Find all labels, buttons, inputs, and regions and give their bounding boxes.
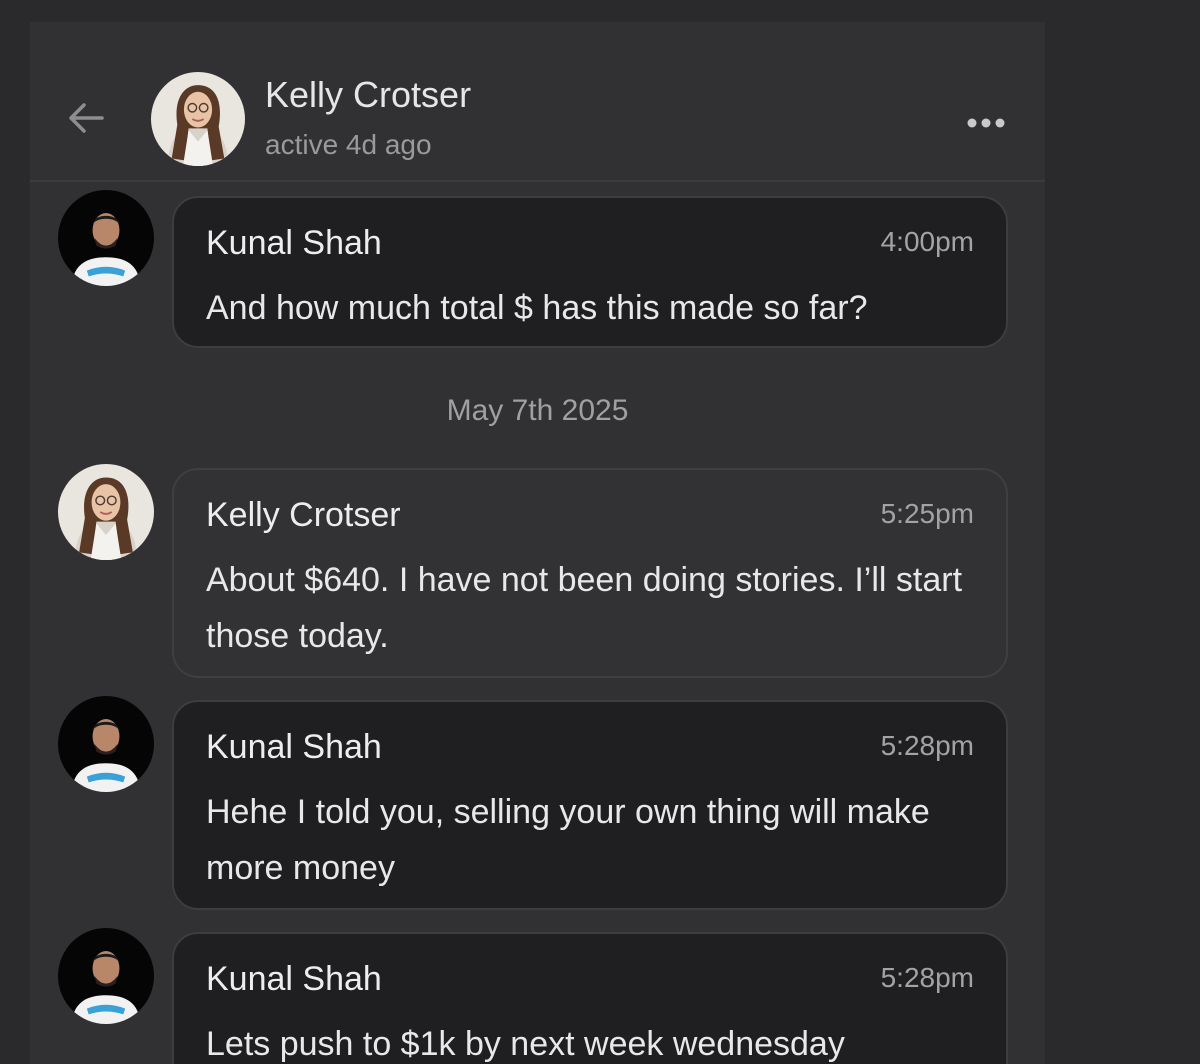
message-sender: Kunal Shah xyxy=(206,224,382,262)
chat-panel: Kelly Crotser active 4d ago Kunal Shah 4… xyxy=(30,22,1045,1064)
sender-avatar[interactable] xyxy=(58,464,154,560)
message-sender: Kunal Shah xyxy=(206,960,382,998)
sender-avatar[interactable] xyxy=(58,928,154,1024)
message-time: 5:28pm xyxy=(880,962,974,993)
message-time: 5:28pm xyxy=(880,730,974,761)
message-sender: Kelly Crotser xyxy=(206,496,401,534)
contact-avatar[interactable] xyxy=(151,72,245,166)
back-button[interactable] xyxy=(64,96,108,140)
message-time: 4:00pm xyxy=(880,226,974,257)
sender-avatar[interactable] xyxy=(58,190,154,286)
more-horizontal-icon xyxy=(967,118,1005,128)
message-bubble[interactable]: Kunal Shah 5:28pm Hehe I told you, selli… xyxy=(172,700,1008,910)
chat-header: Kelly Crotser active 4d ago xyxy=(30,22,1045,182)
message-time: 5:25pm xyxy=(880,498,974,529)
message-bubble[interactable]: Kunal Shah 5:28pm Lets push to $1k by ne… xyxy=(172,932,1008,1064)
message-text: Lets push to $1k by next week wednesday xyxy=(206,1025,845,1063)
message-bubble[interactable]: Kunal Shah 4:00pm And how much total $ h… xyxy=(172,196,1008,348)
arrow-left-icon xyxy=(69,103,104,133)
message-bubble[interactable]: Kelly Crotser 5:25pm About $640. I have … xyxy=(172,468,1008,678)
message-sender: Kunal Shah xyxy=(206,728,382,766)
contact-name: Kelly Crotser xyxy=(265,74,472,115)
message-text: About $640. I have not been doing storie… xyxy=(206,561,963,655)
contact-status: active 4d ago xyxy=(265,129,432,160)
sender-avatar[interactable] xyxy=(58,696,154,792)
more-options-button[interactable] xyxy=(962,108,1010,138)
message-text: And how much total $ has this made so fa… xyxy=(206,289,868,327)
date-separator: May 7th 2025 xyxy=(446,394,629,427)
message-text: Hehe I told you, selling your own thing … xyxy=(206,793,930,887)
